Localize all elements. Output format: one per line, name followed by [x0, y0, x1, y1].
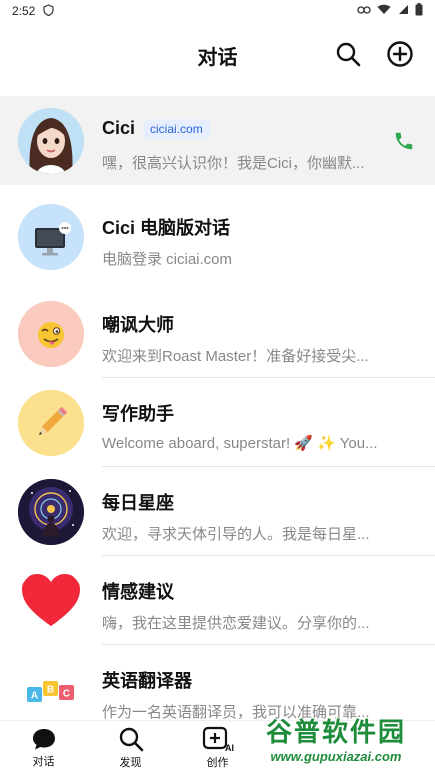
- signal-icon: [397, 4, 409, 18]
- conversation-item-relationship-advice[interactable]: 情感建议 嗨，我在这里提供恋爱建议。分享你的...: [0, 556, 435, 645]
- avatar: [18, 301, 84, 367]
- conversation-title: 每日星座: [102, 489, 174, 515]
- avatar: A B C: [18, 657, 84, 720]
- avatar: [18, 390, 84, 456]
- conversation-name: 每日星座: [102, 493, 174, 513]
- call-button[interactable]: [393, 130, 415, 157]
- avatar: [18, 568, 84, 634]
- conversation-title: 英语翻译器: [102, 667, 192, 693]
- status-bar: 2:52: [0, 0, 435, 22]
- new-chat-button[interactable]: [385, 39, 415, 69]
- conversation-name: Cici: [102, 118, 136, 138]
- conversation-name: 情感建议: [102, 582, 174, 602]
- shield-icon: [43, 3, 54, 19]
- heart-icon: [22, 574, 80, 626]
- search-icon: [119, 727, 143, 751]
- search-button[interactable]: [333, 39, 363, 69]
- plus-circle-icon: [387, 41, 413, 67]
- wifi-icon: [377, 4, 391, 18]
- conversation-preview: 嘿，很高兴认识你！我是Cici，你幽默...: [102, 155, 365, 172]
- conversation-title: Cici 电脑版对话: [102, 214, 230, 240]
- watermark-title: 谷普软件园: [265, 717, 406, 747]
- svg-text:B: B: [47, 685, 54, 696]
- computer-icon: [18, 204, 84, 270]
- nav-tab-label: 对话: [32, 755, 55, 768]
- conversation-title: 嘲讽大师: [102, 311, 174, 337]
- page-title: 对话: [197, 46, 238, 69]
- app-header: 对话: [0, 22, 435, 88]
- girl-avatar-icon: [18, 108, 84, 174]
- conversation-item-writing-assistant[interactable]: 写作助手 Welcome aboard, superstar! 🚀 ✨ You.…: [0, 378, 435, 467]
- nav-tab-discover[interactable]: 发现: [87, 721, 174, 774]
- conversation-item-roast-master[interactable]: 嘲讽大师 欢迎来到Roast Master！准备好接受尖...: [0, 289, 435, 378]
- conversation-preview: 电脑登录 ciciai.com: [102, 251, 233, 268]
- link-icon: [357, 4, 371, 18]
- nav-tab-label: 创作: [206, 756, 229, 769]
- nav-tab-chats[interactable]: 对话: [0, 721, 87, 774]
- conversation-title: 情感建议: [102, 578, 174, 604]
- conversation-item-daily-horoscope[interactable]: 每日星座 欢迎，寻求天体引导的人。我是每日星...: [0, 467, 435, 556]
- phone-icon: [395, 132, 413, 150]
- conversation-preview: 欢迎来到Roast Master！准备好接受尖...: [102, 348, 369, 365]
- svg-text:AI: AI: [225, 743, 234, 752]
- website-badge[interactable]: ciciai.com: [143, 118, 210, 139]
- conversation-preview: 嗨，我在这里提供恋爱建议。分享你的...: [102, 615, 370, 632]
- conversation-title: Cici ciciai.com: [102, 118, 210, 139]
- conversation-preview: Welcome aboard, superstar! 🚀 ✨ You...: [102, 435, 378, 452]
- conversation-name: 嘲讽大师: [102, 315, 174, 335]
- avatar: [18, 479, 84, 545]
- search-icon: [336, 42, 361, 67]
- avatar: [18, 204, 84, 270]
- winking-tongue-face-icon: [18, 301, 84, 367]
- conversation-item-cici[interactable]: Cici ciciai.com 嘿，很高兴认识你！我是Cici，你幽默...: [0, 96, 435, 185]
- svg-text:A: A: [31, 691, 38, 702]
- nav-tab-label: 发现: [119, 756, 142, 769]
- battery-icon: [415, 3, 423, 19]
- conversation-name: 英语翻译器: [102, 671, 192, 691]
- chat-icon: [32, 728, 55, 749]
- conversation-item-cici-pc[interactable]: Cici 电脑版对话 电脑登录 ciciai.com: [0, 192, 435, 281]
- conversation-title: 写作助手: [102, 400, 174, 426]
- status-icons: [357, 3, 423, 19]
- conversation-name: Cici 电脑版对话: [102, 218, 231, 238]
- watermark-url: www.gupuxiazai.com: [270, 749, 402, 764]
- conversation-list: Cici ciciai.com 嘿，很高兴认识你！我是Cici，你幽默... C…: [0, 96, 435, 720]
- conversation-preview: 欢迎，寻求天体引导的人。我是每日星...: [102, 526, 370, 543]
- svg-text:C: C: [63, 689, 70, 700]
- status-time: 2:52: [12, 4, 36, 18]
- avatar: [18, 108, 84, 174]
- create-ai-icon: AI: [202, 726, 234, 752]
- horoscope-galaxy-icon: [18, 479, 84, 545]
- watermark-logo: 谷普软件园 www.gupuxiazai.com: [241, 706, 431, 770]
- pencil-icon: [18, 390, 84, 456]
- abc-blocks-icon: A B C: [27, 681, 74, 702]
- conversation-name: 写作助手: [102, 404, 174, 424]
